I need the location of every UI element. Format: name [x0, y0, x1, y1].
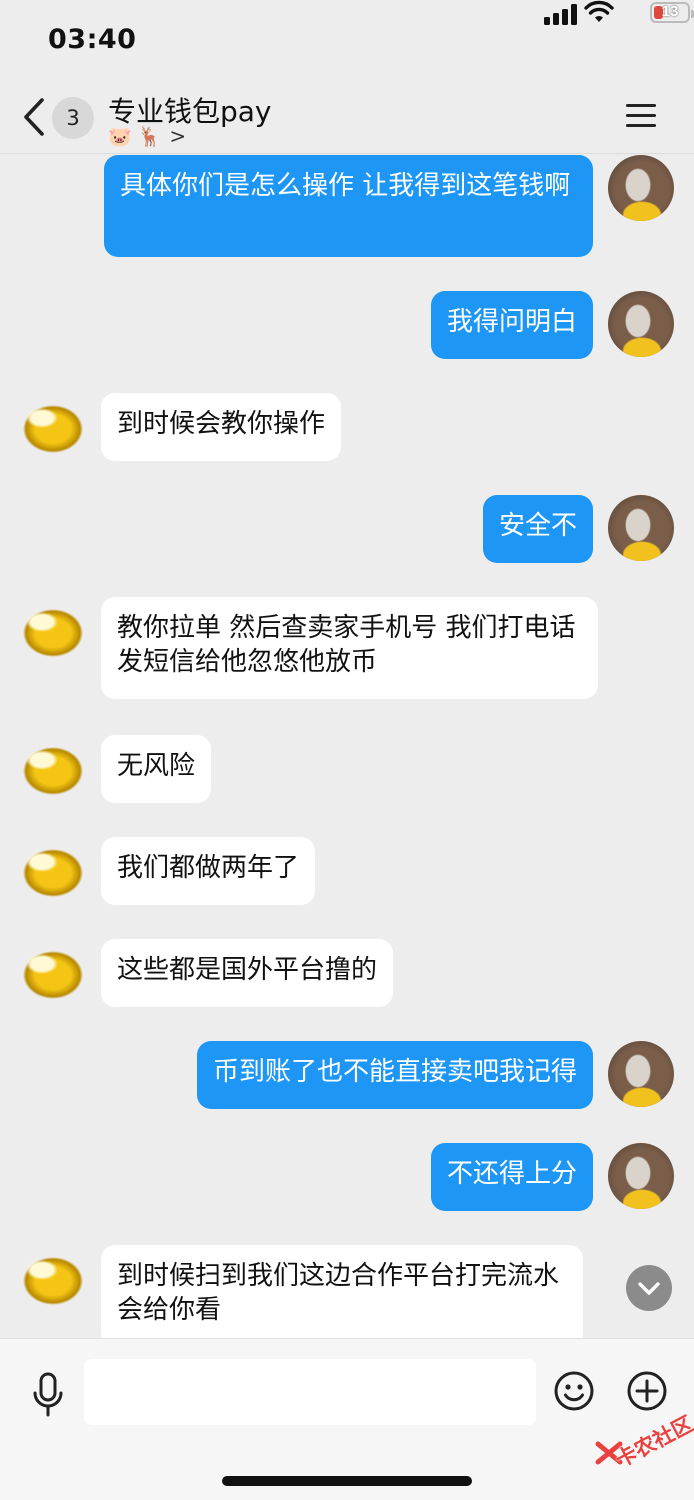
message-bubble[interactable]: 我得问明白 [430, 291, 593, 359]
contact-avatar[interactable] [20, 1245, 86, 1311]
hamburger-menu-icon[interactable] [626, 102, 658, 130]
battery-icon: 13 [650, 2, 694, 23]
message-bubble[interactable]: 具体你们是怎么操作 让我得到这笔钱啊 [104, 155, 593, 257]
my-avatar[interactable] [608, 1143, 674, 1209]
chevron-left-icon[interactable] [18, 96, 50, 138]
smiley-icon[interactable] [553, 1370, 595, 1412]
chat-header: 3 专业钱包pay 🐷 🦌 > [0, 80, 694, 154]
cellular-signal-icon [544, 3, 578, 25]
message-input[interactable] [84, 1359, 536, 1425]
chat-subtitle[interactable]: 🐷 🦌 > [108, 124, 186, 148]
message-list[interactable]: 具体你们是怎么操作 让我得到这笔钱啊 我得问明白 到时候会教你操作 安全不 教你… [0, 155, 694, 1338]
contact-avatar[interactable] [20, 393, 86, 459]
watermark: 卡农社区 [590, 1412, 694, 1472]
subtitle-emoji: 🐷 🦌 [108, 126, 162, 148]
message-bubble[interactable]: 到时候会教你操作 [101, 393, 342, 461]
contact-avatar[interactable] [20, 597, 86, 663]
message-bubble[interactable]: 不还得上分 [430, 1143, 593, 1211]
message-bubble[interactable]: 到时候扫到我们这边合作平台打完流水会给你看 [101, 1245, 583, 1338]
battery-level: 13 [661, 3, 679, 20]
chevron-down-icon [638, 1282, 660, 1295]
plus-circle-icon[interactable] [626, 1370, 668, 1412]
status-time: 03:40 [48, 24, 137, 55]
status-bar: 03:40 13 [0, 0, 694, 80]
home-indicator[interactable] [222, 1476, 472, 1486]
wifi-icon [584, 0, 614, 22]
contact-avatar[interactable] [20, 735, 86, 801]
message-bubble[interactable]: 我们都做两年了 [101, 837, 316, 905]
my-avatar[interactable] [608, 495, 674, 561]
chevron-right-icon: > [169, 124, 187, 148]
message-bubble[interactable]: 币到账了也不能直接卖吧我记得 [196, 1041, 593, 1109]
watermark-text: 卡农社区 [611, 1411, 694, 1473]
my-avatar[interactable] [608, 1041, 674, 1107]
scroll-to-bottom-button[interactable] [626, 1265, 672, 1311]
microphone-icon[interactable] [28, 1371, 68, 1419]
message-bubble[interactable]: 无风险 [101, 735, 212, 803]
message-bubble[interactable]: 安全不 [482, 495, 593, 563]
contact-avatar[interactable] [20, 837, 86, 903]
my-avatar[interactable] [608, 155, 674, 221]
message-bubble[interactable]: 这些都是国外平台撸的 [101, 939, 394, 1007]
my-avatar[interactable] [608, 291, 674, 357]
contact-avatar[interactable] [20, 939, 86, 1005]
unread-count-badge[interactable]: 3 [52, 97, 94, 139]
message-bubble[interactable]: 教你拉单 然后查卖家手机号 我们打电话发短信给他忽悠他放币 [101, 597, 598, 699]
